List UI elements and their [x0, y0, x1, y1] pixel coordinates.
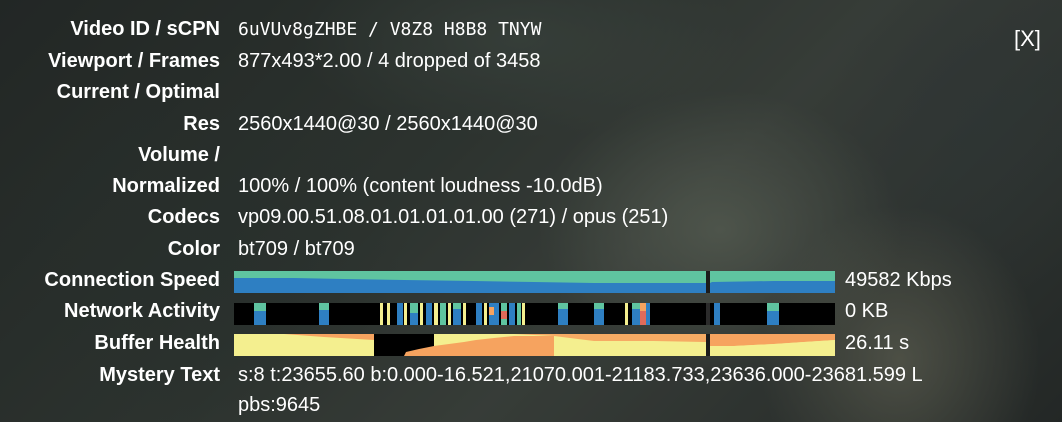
color-label: Color	[167, 238, 220, 260]
normalized-value: 100% / 100% (content loudness -10.0dB)	[238, 175, 603, 197]
video-background: [X] Video ID / sCPN 6uVUv8gZHBE / V8Z8 H…	[0, 0, 1062, 422]
connection-speed-graph	[234, 271, 835, 293]
codecs-label: Codecs	[147, 206, 220, 228]
video-id-value: 6uVUv8gZHBE / V8Z8 H8B8 TNYW	[238, 19, 542, 40]
buffer-health-label: Buffer Health	[94, 332, 220, 354]
buffer-health-graph	[234, 334, 835, 356]
network-activity-value: 0 KB	[845, 300, 889, 322]
res-value: 2560x1440@30 / 2560x1440@30	[238, 113, 538, 135]
res-label: Res	[183, 113, 220, 135]
video-id-label: Video ID / sCPN	[70, 18, 220, 40]
volume-label: Volume /	[138, 144, 220, 166]
codecs-value: vp09.00.51.08.01.01.01.01.00 (271) / opu…	[238, 206, 669, 228]
network-activity-graph	[234, 303, 835, 325]
viewport-value: 877x493*2.00 / 4 dropped of 3458	[238, 50, 541, 72]
mystery-text-line-2: pbs:9645	[238, 394, 321, 416]
mystery-text-label: Mystery Text	[99, 364, 220, 386]
stats-for-nerds-panel: [X] Video ID / sCPN 6uVUv8gZHBE / V8Z8 H…	[0, 0, 1062, 422]
current-optimal-label: Current / Optimal	[56, 81, 220, 103]
connection-speed-label: Connection Speed	[44, 269, 220, 291]
normalized-label: Normalized	[112, 175, 220, 197]
buffer-health-value: 26.11 s	[845, 332, 910, 354]
mystery-text-line-1: s:8 t:23655.60 b:0.000-16.521,21070.001-…	[238, 364, 923, 386]
connection-speed-value: 49582 Kbps	[845, 269, 952, 291]
color-value: bt709 / bt709	[238, 238, 355, 260]
network-activity-label: Network Activity	[64, 300, 220, 322]
close-button[interactable]: [X]	[1014, 26, 1041, 52]
viewport-label: Viewport / Frames	[48, 50, 220, 72]
